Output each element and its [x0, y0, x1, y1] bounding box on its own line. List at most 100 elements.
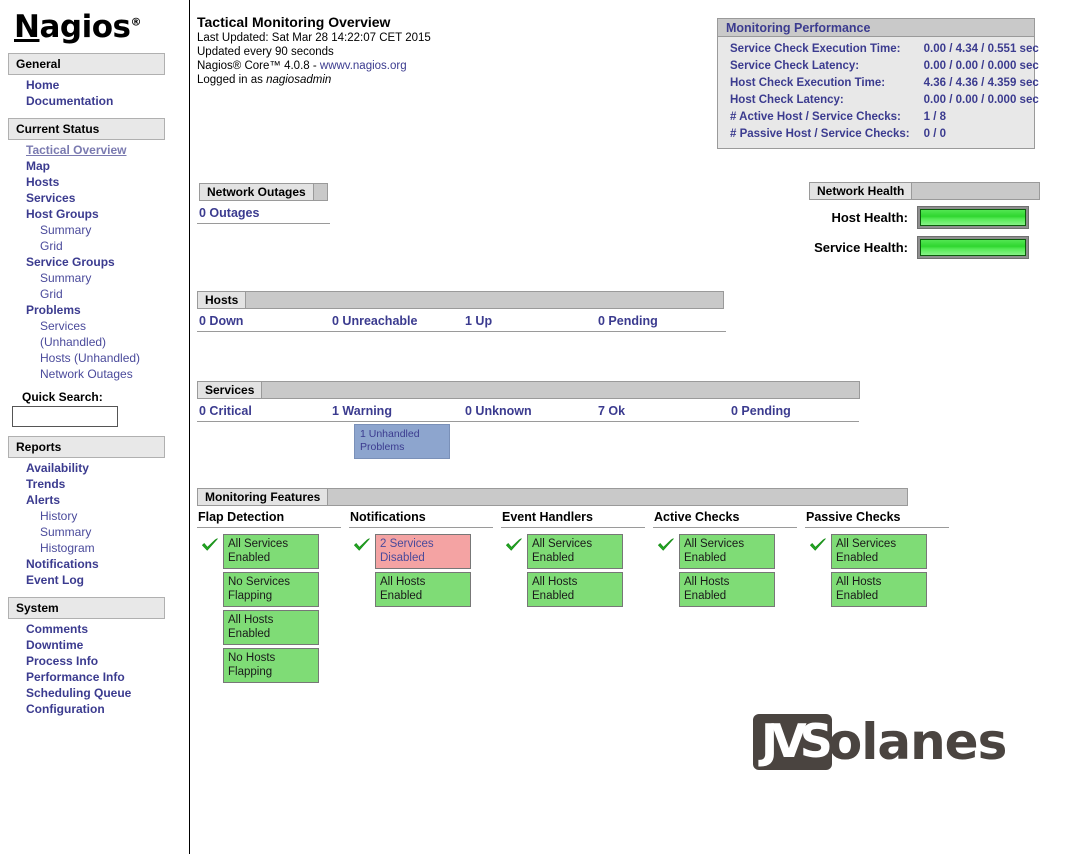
status-count-link[interactable]: 0 Pending [729, 404, 859, 422]
sidebar-item-history[interactable]: History [0, 508, 189, 524]
sidebar-item-documentation[interactable]: Documentation [0, 93, 189, 109]
performance-metric-label: # Passive Host / Service Checks: [730, 128, 910, 140]
sidebar-item-grid[interactable]: Grid [0, 286, 189, 302]
nagios-logo[interactable]: Nagios® [14, 10, 141, 44]
feature-status-box[interactable]: All Hosts Enabled [831, 572, 927, 607]
tactical-overview-page: Nagios® General Home Documentation Current … [0, 0, 1076, 854]
sidebar-item-alerts[interactable]: Alerts [0, 492, 189, 508]
feature-status-box[interactable]: All Hosts Enabled [223, 610, 319, 645]
sidebar-item-histogram[interactable]: Histogram [0, 540, 189, 556]
network-health-header: Network Health [809, 182, 1040, 200]
feature-column-body: All Services Enabled All Hosts Enabled [501, 534, 645, 610]
nagios-website-link[interactable]: wwwv.nagios.org [320, 60, 407, 72]
feature-column-body: All Services Enabled All Hosts Enabled [653, 534, 797, 610]
status-count-link[interactable]: 0 Pending [596, 314, 726, 332]
performance-metric-value: 0.00 / 4.34 / 0.551 sec [923, 43, 1039, 55]
monitoring-performance-title: Monitoring Performance [717, 18, 1035, 37]
unhandled-problems-badge[interactable]: 1 Unhandled Problems [354, 424, 450, 459]
quick-search-label: Quick Search: [22, 390, 103, 405]
monitoring-features-title: Monitoring Features [198, 489, 329, 505]
status-cell: 7 Ok [596, 404, 729, 422]
checkmark-icon [197, 534, 223, 553]
feature-status-box[interactable]: All Hosts Enabled [527, 572, 623, 607]
sidebar-item-services[interactable]: Services [0, 318, 189, 334]
sidebar-item-availability[interactable]: Availability [0, 460, 189, 476]
network-outages-count[interactable]: 0 Outages [197, 206, 330, 224]
performance-metric-value: 0 / 0 [923, 128, 947, 140]
status-count-link[interactable]: 0 Unknown [463, 404, 596, 422]
monitoring-features-columns: Flap Detection All Services Enabled No Ser… [197, 510, 957, 686]
page-header: Tactical Monitoring Overview Last Update… [197, 14, 431, 87]
quick-search-input[interactable] [12, 406, 118, 428]
performance-metric-label: Service Check Latency: [730, 60, 860, 72]
sidebar-item-scheduling-queue[interactable]: Scheduling Queue [0, 685, 189, 701]
performance-row: Service Check Latency: 0.00 / 0.00 / 0.00… [724, 58, 1039, 75]
sidebar-item-hosts[interactable]: Hosts [0, 174, 189, 190]
sidebar-item-grid[interactable]: Grid [0, 238, 189, 254]
sidebar-item-service-groups[interactable]: Service Groups [0, 254, 189, 270]
sidebar-item-services[interactable]: Services [0, 190, 189, 206]
status-cell: 0 Down [197, 314, 330, 332]
performance-metric-value: 1 / 8 [923, 111, 947, 123]
feature-status-box[interactable]: All Services Enabled [223, 534, 319, 569]
feature-status-box[interactable]: No Hosts Flapping [223, 648, 319, 683]
sidebar-section-list: Availability Trends Alerts History Summary Hi… [0, 460, 189, 588]
performance-row: # Passive Host / Service Checks: 0 / 0 [724, 126, 1039, 143]
network-health-row: Host Health: [809, 205, 1040, 230]
feature-items: All Services Enabled All Hosts Enabled [527, 534, 623, 610]
status-count-link[interactable]: 0 Down [197, 314, 330, 332]
feature-items: All Services Enabled All Hosts Enabled [831, 534, 927, 610]
feature-status-box[interactable]: All Hosts Enabled [375, 572, 471, 607]
feature-status-box[interactable]: All Services Enabled [679, 534, 775, 569]
sidebar-item-tactical-overview[interactable]: Tactical Overview [0, 142, 189, 158]
sidebar-item-host-groups[interactable]: Host Groups [0, 206, 189, 222]
monitoring-performance-table: Service Check Execution Time: 0.00 / 4.34… [724, 41, 1039, 143]
sidebar-item-downtime[interactable]: Downtime [0, 637, 189, 653]
hosts-title: Hosts [198, 292, 247, 308]
jvsolanes-logo-text: olanes [827, 713, 1007, 771]
sidebar-item-network-outages[interactable]: Network Outages [0, 366, 189, 382]
sidebar-sections: General Home Documentation Current Status Ta… [0, 53, 189, 717]
sidebar-item-process-info[interactable]: Process Info [0, 653, 189, 669]
sidebar-item-summary[interactable]: Summary [0, 524, 189, 540]
feature-column-title: Active Checks [653, 510, 797, 528]
sidebar-item-problems[interactable]: Problems [0, 302, 189, 318]
sidebar-section-list: Comments Downtime Process Info Performance … [0, 621, 189, 717]
status-count-link[interactable]: 1 Up [463, 314, 596, 332]
feature-status-box[interactable]: All Hosts Enabled [679, 572, 775, 607]
sidebar-item-configuration[interactable]: Configuration [0, 701, 189, 717]
network-outages-header: Network Outages [199, 183, 328, 201]
jvsolanes-logo: JVS olanes [753, 713, 1007, 771]
performance-metric-label: Host Check Latency: [730, 94, 844, 106]
status-count-link[interactable]: 7 Ok [596, 404, 729, 422]
feature-column-title: Flap Detection [197, 510, 341, 528]
status-cell: 1 Up [463, 314, 596, 332]
sidebar-item-unhandled[interactable]: (Unhandled) [0, 334, 189, 350]
sidebar-item-performance-info[interactable]: Performance Info [0, 669, 189, 685]
sidebar-item-summary[interactable]: Summary [0, 270, 189, 286]
sidebar-section-header: Current Status [8, 118, 165, 141]
jvsolanes-logo-mark: JVS [753, 714, 833, 770]
sidebar-item-hosts-unhandled[interactable]: Hosts (Unhandled) [0, 350, 189, 366]
sidebar-item-trends[interactable]: Trends [0, 476, 189, 492]
status-count-link[interactable]: 0 Critical [197, 404, 330, 422]
status-count-link[interactable]: 1 Warning [330, 404, 463, 422]
sidebar-item-home[interactable]: Home [0, 77, 189, 93]
feature-status-box[interactable]: All Services Enabled [831, 534, 927, 569]
status-count-link[interactable]: 0 Unreachable [330, 314, 463, 332]
network-health-label: Service Health: [814, 240, 908, 255]
sidebar-item-summary[interactable]: Summary [0, 222, 189, 238]
feature-column-title: Notifications [349, 510, 493, 528]
feature-status-box[interactable]: All Services Enabled [527, 534, 623, 569]
performance-row: Host Check Latency: 0.00 / 0.00 / 0.000 s… [724, 92, 1039, 109]
checkmark-icon [349, 534, 375, 553]
sidebar-item-notifications[interactable]: Notifications [0, 556, 189, 572]
feature-status-box[interactable]: No Services Flapping [223, 572, 319, 607]
sidebar-section-list: Home Documentation [0, 77, 189, 109]
sidebar-item-comments[interactable]: Comments [0, 621, 189, 637]
sidebar-item-map[interactable]: Map [0, 158, 189, 174]
checkmark-icon [501, 534, 527, 553]
performance-row: Service Check Execution Time: 0.00 / 4.34… [724, 41, 1039, 58]
feature-status-box[interactable]: 2 Services Disabled [375, 534, 471, 569]
sidebar-item-event-log[interactable]: Event Log [0, 572, 189, 588]
